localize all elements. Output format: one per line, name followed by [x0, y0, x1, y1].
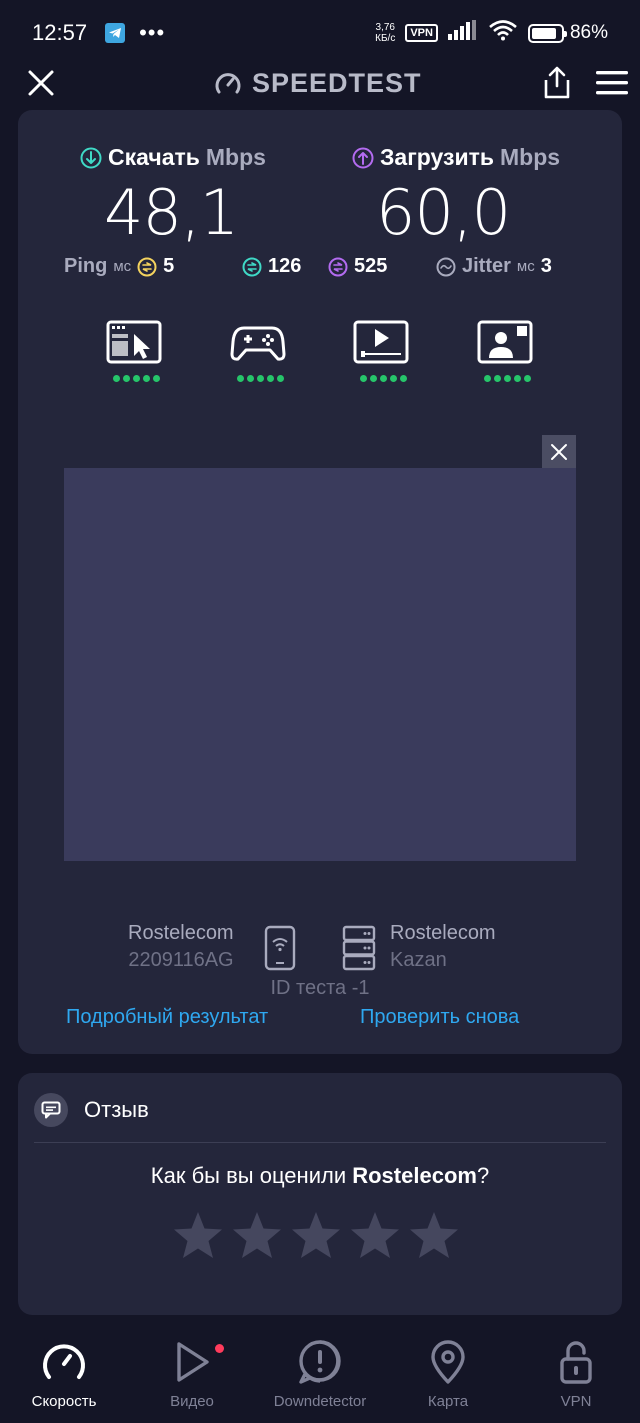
- rating-dots: [106, 375, 166, 382]
- review-question: Как бы вы оценили Rostelecom?: [150, 1163, 490, 1188]
- upload-latency-icon: [328, 257, 348, 276]
- bottom-navigation: Скорость Видео Downdetector Карта VPN: [0, 1325, 640, 1423]
- ping-idle-value: 5: [163, 255, 175, 277]
- star-icon[interactable]: [231, 1210, 283, 1262]
- server-info[interactable]: Rostelecom Kazan: [390, 922, 496, 972]
- upload-label: Загрузить: [380, 144, 494, 170]
- ad-close-button[interactable]: [542, 435, 576, 469]
- ping-upload: 525: [328, 255, 387, 278]
- star-rating: [172, 1210, 460, 1262]
- ping-label: Ping: [64, 255, 108, 277]
- server-name: Rostelecom: [390, 922, 496, 944]
- upload-value: 60,0: [376, 176, 511, 249]
- star-icon[interactable]: [290, 1210, 342, 1262]
- app-toolbar: SPEEDTEST: [0, 60, 640, 106]
- download-header: Скачать Mbps: [80, 144, 266, 171]
- app-video-chat[interactable]: [477, 320, 537, 382]
- test-id: ID теста -1: [270, 977, 370, 999]
- divider: [34, 1142, 606, 1143]
- signal-icon: [447, 20, 478, 46]
- ping-download: 126: [242, 255, 301, 278]
- device-info: Rostelecom 2209116AG: [128, 922, 234, 972]
- retry-link[interactable]: Проверить снова: [360, 1006, 519, 1029]
- battery-percent: 86%: [569, 22, 608, 43]
- close-icon[interactable]: [26, 68, 56, 98]
- star-icon[interactable]: [349, 1210, 401, 1262]
- battery-icon: [527, 23, 567, 43]
- jitter-icon: [436, 257, 456, 276]
- details-link[interactable]: Подробный результат: [66, 1006, 268, 1029]
- upload-header: Загрузить Mbps: [352, 144, 560, 171]
- server-city: Kazan: [390, 949, 447, 971]
- battery: 86%: [527, 22, 608, 44]
- alert-icon: [299, 1340, 341, 1384]
- play-icon: [177, 1342, 209, 1382]
- download-arrow-icon: [80, 147, 102, 168]
- app-performance: [18, 320, 622, 390]
- wifi-icon: [488, 19, 518, 47]
- download-latency-icon: [242, 257, 262, 276]
- nav-vpn[interactable]: VPN: [512, 1339, 640, 1410]
- idle-latency-icon: [137, 257, 157, 276]
- download-label: Скачать: [108, 144, 200, 170]
- ping-download-value: 126: [268, 255, 302, 277]
- map-pin-icon: [431, 1340, 465, 1384]
- more-notifications-icon: •••: [139, 20, 166, 45]
- upload-unit: Mbps: [500, 144, 561, 170]
- phone-wifi-icon: [264, 925, 296, 971]
- jitter-value: 3: [540, 255, 552, 277]
- star-icon[interactable]: [408, 1210, 460, 1262]
- video-call-icon: [477, 320, 533, 364]
- status-bar: 12:57 ••• 3,76 КБ/с VPN 86%: [0, 0, 640, 66]
- app-video-streaming[interactable]: [353, 320, 413, 382]
- rating-dots: [230, 375, 290, 382]
- gamepad-icon: [230, 326, 286, 361]
- brand-logo: SPEEDTEST: [214, 68, 422, 99]
- chat-bubble-icon: [34, 1093, 68, 1127]
- speed-gauge-icon: [43, 1344, 85, 1379]
- rating-dots: [353, 375, 413, 382]
- review-isp: Rostelecom: [352, 1163, 477, 1188]
- brand-name: SPEEDTEST: [252, 68, 422, 98]
- browser-cursor-icon: [106, 320, 162, 364]
- nav-map[interactable]: Карта: [384, 1339, 512, 1410]
- jitter: Jitter мс 3: [436, 255, 552, 278]
- review-header: Отзыв: [34, 1093, 149, 1127]
- device-isp: Rostelecom: [128, 922, 234, 944]
- star-icon[interactable]: [172, 1210, 224, 1262]
- nav-speed[interactable]: Скорость: [0, 1339, 128, 1410]
- nav-video[interactable]: Видео: [128, 1339, 256, 1410]
- lock-icon: [560, 1341, 592, 1384]
- rating-dots: [477, 375, 537, 382]
- nav-downdetector[interactable]: Downdetector: [256, 1339, 384, 1410]
- video-player-icon: [353, 320, 409, 364]
- vpn-badge: VPN: [405, 24, 438, 42]
- ping-idle: Ping мс 5: [64, 255, 174, 278]
- device-model: 2209116AG: [128, 949, 234, 971]
- menu-icon[interactable]: [596, 70, 628, 96]
- upload-arrow-icon: [352, 147, 374, 168]
- server-icon: [342, 925, 376, 971]
- review-card: Отзыв Как бы вы оценили Rostelecom?: [18, 1073, 622, 1315]
- telegram-icon: [105, 23, 126, 43]
- latency-row: Ping мс 5 126 525 Jitter мс 3: [18, 255, 622, 285]
- jitter-label: Jitter: [462, 255, 511, 277]
- jitter-unit: мс: [516, 258, 535, 275]
- share-icon[interactable]: [542, 66, 572, 100]
- result-card: Скачать Mbps 48,1 Загрузить Mbps 60,0 Pi…: [18, 110, 622, 1054]
- clock: 12:57: [32, 20, 88, 45]
- download-value: 48,1: [104, 176, 239, 249]
- close-icon: [551, 444, 567, 460]
- ping-upload-value: 525: [354, 255, 388, 277]
- ping-unit: мс: [113, 258, 132, 275]
- network-speed: 3,76 КБ/с: [375, 22, 396, 44]
- ad-banner[interactable]: [64, 468, 576, 861]
- review-title: Отзыв: [84, 1097, 149, 1122]
- download-unit: Mbps: [205, 144, 266, 170]
- notification-dot: [215, 1344, 224, 1353]
- app-gaming[interactable]: [230, 320, 290, 382]
- speedtest-logo-icon: [215, 72, 241, 93]
- app-web-browsing[interactable]: [106, 320, 166, 382]
